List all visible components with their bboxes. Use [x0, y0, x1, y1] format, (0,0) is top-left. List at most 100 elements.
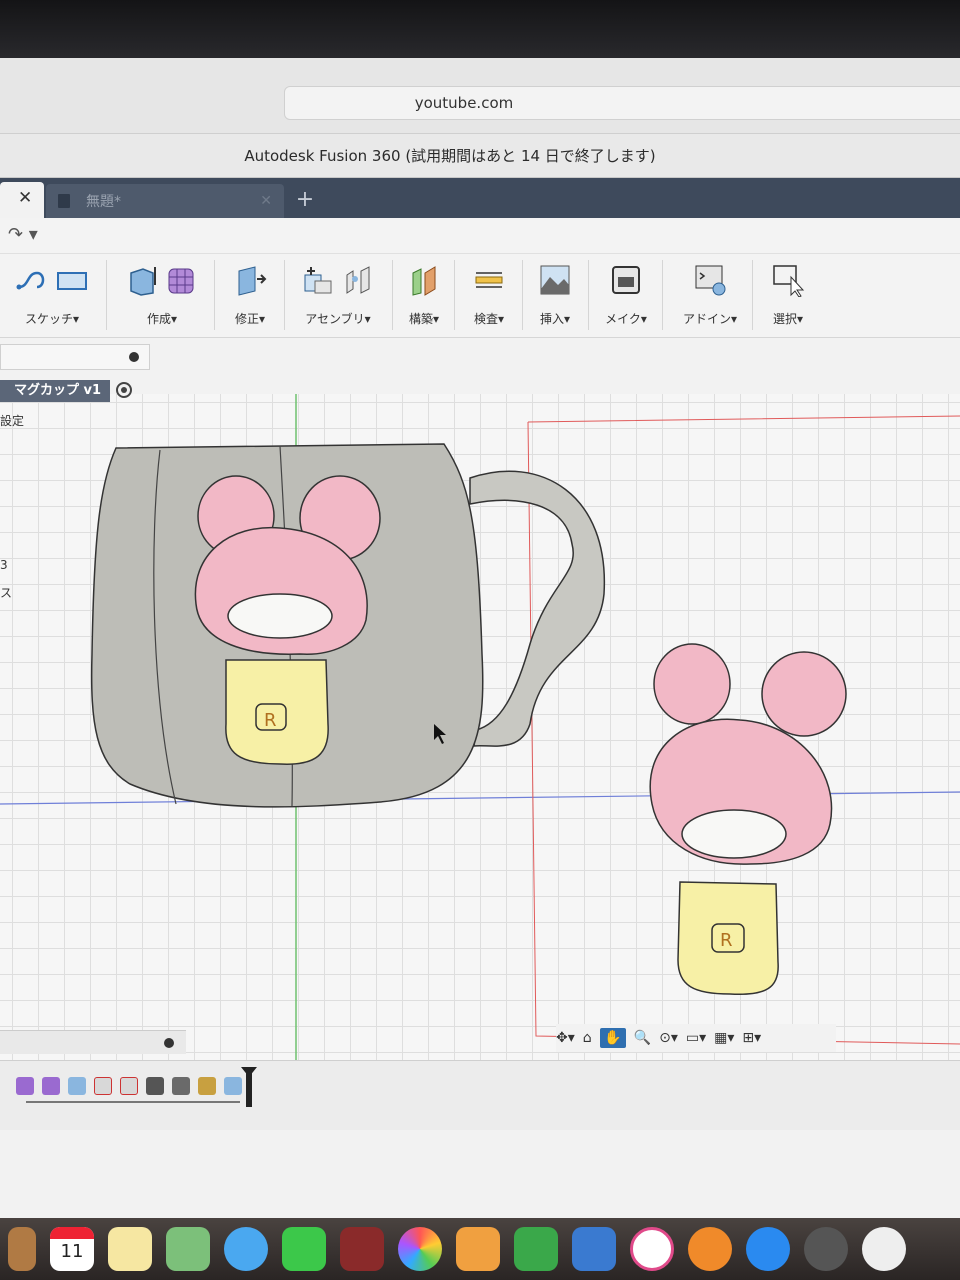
toolbar-group-modify[interactable]: 修正▾ [218, 254, 282, 338]
toolbar-label-sketch: スケッチ▾ [24, 312, 80, 326]
construct-plane-icon[interactable] [407, 263, 441, 297]
photobooth-icon[interactable] [340, 1227, 384, 1271]
toolbar-divider [214, 260, 215, 330]
finder-icon[interactable] [8, 1227, 36, 1271]
toolbar-divider [106, 260, 107, 330]
toolbar-group-create[interactable]: 作成▾ [112, 254, 212, 338]
delete-icon[interactable] [120, 1077, 138, 1095]
toolbar-group-addins[interactable]: アドイン▾ [672, 254, 748, 338]
form-icon[interactable] [42, 1077, 60, 1095]
grid-icon[interactable]: ▦▾ [714, 1028, 734, 1048]
messages-icon[interactable] [224, 1227, 268, 1271]
combine-icon[interactable] [146, 1077, 164, 1095]
panel-pin-icon[interactable] [129, 352, 139, 362]
toolbar-divider [588, 260, 589, 330]
new-component-icon[interactable] [301, 263, 335, 297]
app-title: Autodesk Fusion 360 (試用期間はあと 14 日で終了します) [244, 147, 656, 165]
3d-viewport[interactable]: R R [0, 394, 960, 1094]
comments-add-icon[interactable] [164, 1038, 174, 1048]
timeline-marker[interactable] [241, 1067, 257, 1107]
browser-item-partial[interactable]: 3 [0, 558, 8, 572]
toolbar-label-insert: 挿入▾ [539, 312, 571, 326]
select-cursor-icon[interactable] [771, 263, 805, 297]
redo-icon[interactable]: ↷ ▾ [8, 224, 38, 245]
comments-panel[interactable] [0, 1030, 186, 1054]
toolbar-group-assemble[interactable]: アセンブリ▾ [288, 254, 388, 338]
facetime-icon[interactable] [282, 1227, 326, 1271]
toolbar-divider [284, 260, 285, 330]
addin-script-icon[interactable] [693, 263, 727, 297]
macos-dock: 11 [0, 1218, 960, 1280]
alpaca-icon[interactable] [862, 1227, 906, 1271]
mug-handle[interactable] [469, 470, 606, 747]
monitor-bezel [0, 0, 960, 62]
tab-close-icon[interactable]: ✕ [260, 193, 272, 209]
toolbar-group-inspect[interactable]: 検査▾ [458, 254, 520, 338]
browser-panel-header[interactable] [0, 344, 150, 370]
browser-toolbar: youtube.com [0, 58, 960, 134]
new-tab-button[interactable]: + [290, 188, 320, 214]
sketch-line-icon[interactable] [15, 263, 49, 297]
calendar-icon[interactable]: 11 [50, 1227, 94, 1271]
close-icon[interactable]: ✕ [18, 188, 32, 208]
svg-text:R: R [720, 930, 733, 951]
delete-icon[interactable] [94, 1077, 112, 1095]
browser-root-node[interactable]: マグカップ v1 [0, 380, 110, 402]
ribbon-toolbar: スケッチ▾ 作成▾ 修正▾ アセンブリ▾ 構築▾ 検査▾ 挿入▾ メイク▾ アド… [0, 254, 960, 338]
pages-icon[interactable] [456, 1227, 500, 1271]
browser-item-settings[interactable]: 設定 [0, 412, 24, 429]
display-icon[interactable]: ▭▾ [686, 1028, 706, 1048]
zoom-icon[interactable]: 🔍 [634, 1028, 651, 1048]
toolbar-group-select[interactable]: 選択▾ [758, 254, 818, 338]
calendar-day: 11 [60, 1241, 84, 1262]
navigation-bar: ✥▾ ⌂ ✋ 🔍 ⊙▾ ▭▾ ▦▾ ⊞▾ [556, 1024, 836, 1052]
split-icon[interactable] [224, 1077, 242, 1095]
rectangle-icon[interactable] [55, 263, 89, 297]
viewports-icon[interactable]: ⊞▾ [742, 1028, 761, 1048]
canvas-image-icon[interactable] [172, 1077, 190, 1095]
form-icon[interactable] [16, 1077, 34, 1095]
ibooks-icon[interactable] [688, 1227, 732, 1271]
canvas-edit-icon[interactable] [198, 1077, 216, 1095]
tab-active[interactable]: ✕ [0, 182, 44, 218]
extrude-box-icon[interactable] [125, 263, 159, 297]
tab-label: 無題* [86, 194, 121, 210]
keynote-icon[interactable] [572, 1227, 616, 1271]
toolbar-group-sketch[interactable]: スケッチ▾ [0, 254, 104, 338]
toolbar-group-make[interactable]: メイク▾ [594, 254, 658, 338]
toolbar-group-construct[interactable]: 構築▾ [396, 254, 452, 338]
measure-icon[interactable] [472, 263, 506, 297]
toolbar-group-insert[interactable]: 挿入▾ [526, 254, 584, 338]
numbers-icon[interactable] [514, 1227, 558, 1271]
pan-icon[interactable]: ✋ [599, 1028, 626, 1048]
orbit-icon[interactable]: ✥▾ [556, 1028, 575, 1048]
appstore-icon[interactable] [746, 1227, 790, 1271]
app-titlebar: Autodesk Fusion 360 (試用期間はあと 14 日で終了します) [0, 134, 960, 178]
mouse-reference-image[interactable]: R [649, 643, 847, 996]
form-cube-icon[interactable] [165, 263, 199, 297]
insert-image-icon[interactable] [538, 263, 572, 297]
toolbar-label-addins: アドイン▾ [682, 312, 738, 326]
press-pull-icon[interactable] [233, 263, 267, 297]
settings-icon[interactable] [804, 1227, 848, 1271]
body-icon[interactable] [68, 1077, 86, 1095]
canvas-scene[interactable]: R R [0, 394, 960, 1094]
fit-icon[interactable]: ⊙▾ [659, 1028, 678, 1048]
joint-icon[interactable] [341, 263, 375, 297]
toolbar-divider [522, 260, 523, 330]
maps-icon[interactable] [166, 1227, 210, 1271]
photos-icon[interactable] [398, 1227, 442, 1271]
active-radio-icon[interactable] [116, 382, 132, 398]
make-3dprint-icon[interactable] [609, 263, 643, 297]
timeline-track [26, 1101, 240, 1103]
toolbar-label-modify: 修正▾ [234, 312, 266, 326]
browser-item-partial[interactable]: ス [0, 584, 12, 601]
url-text: youtube.com [414, 94, 514, 112]
itunes-icon[interactable] [630, 1227, 674, 1271]
look-at-icon[interactable]: ⌂ [583, 1028, 592, 1048]
notes-icon[interactable] [108, 1227, 152, 1271]
address-bar[interactable]: youtube.com [284, 86, 960, 120]
toolbar-label-inspect: 検査▾ [473, 312, 505, 326]
tab-untitled[interactable]: 無題* ✕ [46, 184, 284, 218]
toolbar-label-create: 作成▾ [146, 312, 178, 326]
